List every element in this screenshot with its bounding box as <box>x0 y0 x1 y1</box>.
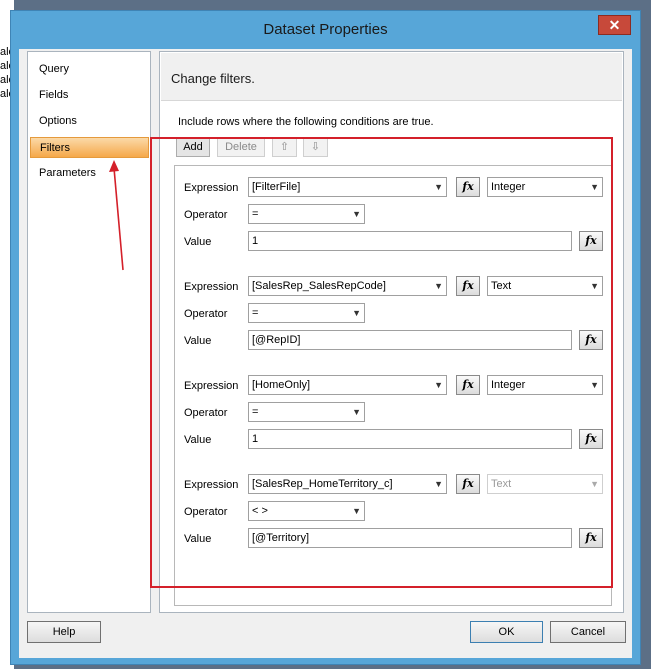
close-icon: ✕ <box>608 17 621 33</box>
annotation-arrow-line <box>113 167 124 271</box>
annotation-arrow-icon <box>109 160 124 271</box>
nav-item-query[interactable]: Query <box>30 59 149 80</box>
page-header: Change filters. <box>161 53 622 101</box>
help-button[interactable]: Help <box>27 621 101 643</box>
navigation-pane: Query Fields Options Filters Parameters <box>27 51 151 613</box>
page-title: Change filters. <box>171 71 255 86</box>
annotation-arrow-head <box>109 160 119 172</box>
window-title: Dataset Properties <box>263 21 388 38</box>
nav-item-filters[interactable]: Filters <box>30 137 149 158</box>
cancel-button[interactable]: Cancel <box>550 621 626 643</box>
nav-item-fields[interactable]: Fields <box>30 85 149 106</box>
filters-description: Include rows where the following conditi… <box>178 116 434 128</box>
nav-item-options[interactable]: Options <box>30 111 149 132</box>
title-bar[interactable]: Dataset Properties ✕ <box>11 11 640 49</box>
annotation-highlight-box <box>150 137 613 588</box>
ok-button[interactable]: OK <box>470 621 543 643</box>
close-button[interactable]: ✕ <box>598 15 631 35</box>
